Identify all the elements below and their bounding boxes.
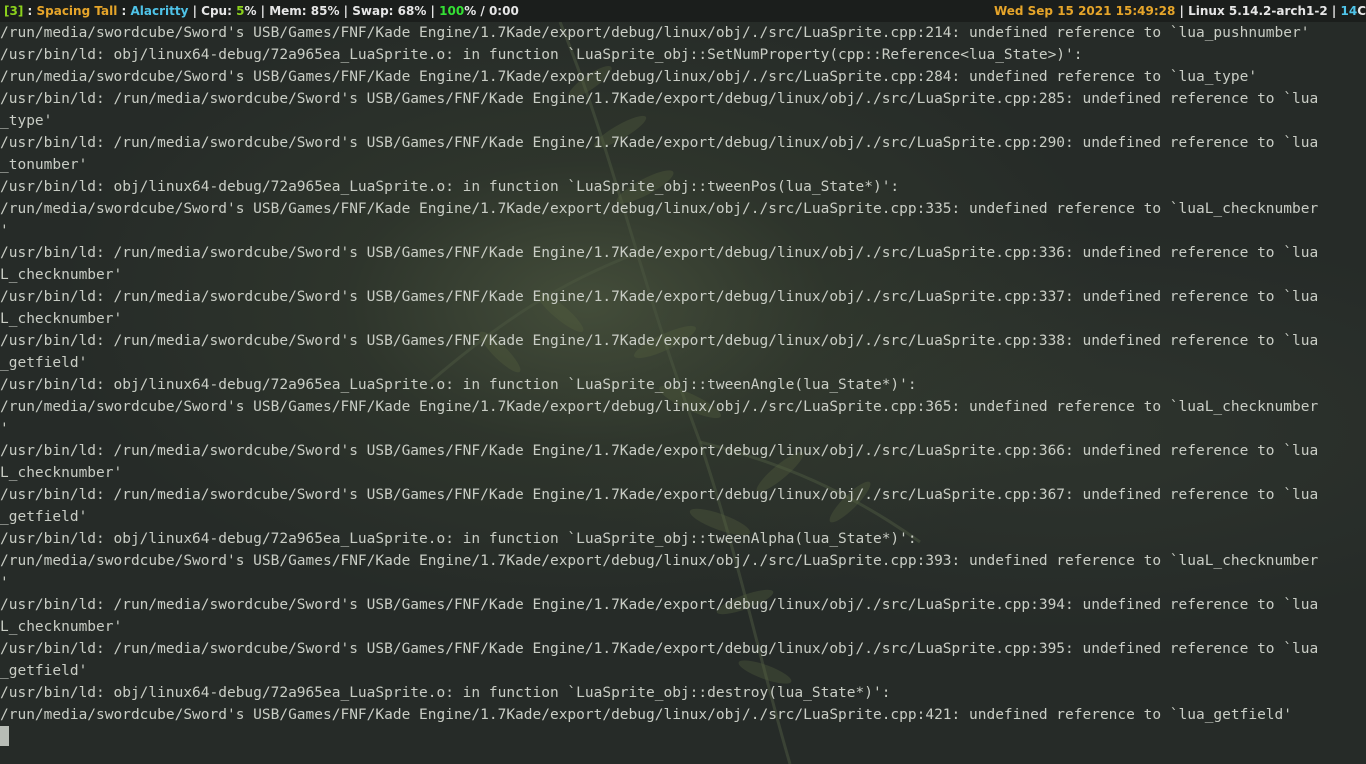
terminal-line: /usr/bin/ld: /run/media/swordcube/Sword'… [0,487,1319,503]
terminal-line: ' [0,575,9,591]
terminal-line: _type' [0,113,53,129]
terminal-line: L_checknumber' [0,267,123,283]
datetime: Wed Sep 15 2021 15:49:28 [993,4,1176,18]
separator: : [23,4,37,18]
terminal-line: /usr/bin/ld: /run/media/swordcube/Sword'… [0,91,1319,107]
status-bar-left: [3] : Spacing Tall : Alacritty | Cpu: 5%… [4,0,519,22]
terminal-line: /usr/bin/ld: obj/linux64-debug/72a965ea_… [0,377,917,393]
terminal-line: /usr/bin/ld: /run/media/swordcube/Sword'… [0,245,1319,261]
terminal-window[interactable]: /run/media/swordcube/Sword's USB/Games/F… [0,22,1366,764]
terminal-line: L_checknumber' [0,619,123,635]
terminal-line: /run/media/swordcube/Sword's USB/Games/F… [0,553,1319,569]
mem-label: % | Mem: [244,4,311,18]
terminal-line: /run/media/swordcube/Sword's USB/Games/F… [0,201,1319,217]
terminal-line: ' [0,421,9,437]
layout-name[interactable]: Spacing Tall [36,4,117,18]
terminal-line: /usr/bin/ld: obj/linux64-debug/72a965ea_… [0,179,900,195]
separator: | [426,4,440,18]
terminal-line: /run/media/swordcube/Sword's USB/Games/F… [0,399,1319,415]
terminal-cursor [0,726,9,746]
temperature-value: 14 [1340,4,1358,18]
terminal-line: /usr/bin/ld: obj/linux64-debug/72a965ea_… [0,685,891,701]
terminal-line: /usr/bin/ld: obj/linux64-debug/72a965ea_… [0,47,1083,63]
terminal-line: ' [0,223,9,239]
temperature-unit: C [1357,4,1366,18]
terminal-line: /run/media/swordcube/Sword's USB/Games/F… [0,69,1258,85]
kernel-version: Linux 5.14.2-arch1-2 [1188,4,1328,18]
swap-value: 68% [397,4,427,18]
status-bar: [3] : Spacing Tall : Alacritty | Cpu: 5%… [0,0,1366,22]
terminal-line: L_checknumber' [0,311,123,327]
terminal-line: /usr/bin/ld: obj/linux64-debug/72a965ea_… [0,531,917,547]
terminal-line: /run/media/swordcube/Sword's USB/Games/F… [0,707,1293,723]
terminal-line: /usr/bin/ld: /run/media/swordcube/Sword'… [0,333,1319,349]
terminal-line: /usr/bin/ld: /run/media/swordcube/Sword'… [0,289,1319,305]
workspace-indicator[interactable]: [3] [4,4,23,18]
battery-value: 100 [439,4,465,18]
terminal-line: /usr/bin/ld: /run/media/swordcube/Sword'… [0,641,1319,657]
window-title: Alacritty [130,4,189,18]
terminal-line: _getfield' [0,509,88,525]
terminal-output: /run/media/swordcube/Sword's USB/Games/F… [0,22,1366,726]
terminal-line: _getfield' [0,663,88,679]
terminal-line: /run/media/swordcube/Sword's USB/Games/F… [0,25,1310,41]
separator: : [117,4,131,18]
mem-value: 85% [310,4,340,18]
terminal-line: _getfield' [0,355,88,371]
status-bar-right: Wed Sep 15 2021 15:49:28 | Linux 5.14.2-… [994,0,1366,22]
terminal-line: _tonumber' [0,157,88,173]
battery-rest: % / 0:00 [464,4,519,18]
terminal-line: /usr/bin/ld: /run/media/swordcube/Sword'… [0,135,1319,151]
swap-label: | Swap: [339,4,398,18]
terminal-line: /usr/bin/ld: /run/media/swordcube/Sword'… [0,443,1319,459]
separator: | [1327,4,1341,18]
separator: | [1175,4,1189,18]
terminal-line: /usr/bin/ld: /run/media/swordcube/Sword'… [0,597,1319,613]
terminal-line: L_checknumber' [0,465,123,481]
cpu-label: | Cpu: [188,4,237,18]
